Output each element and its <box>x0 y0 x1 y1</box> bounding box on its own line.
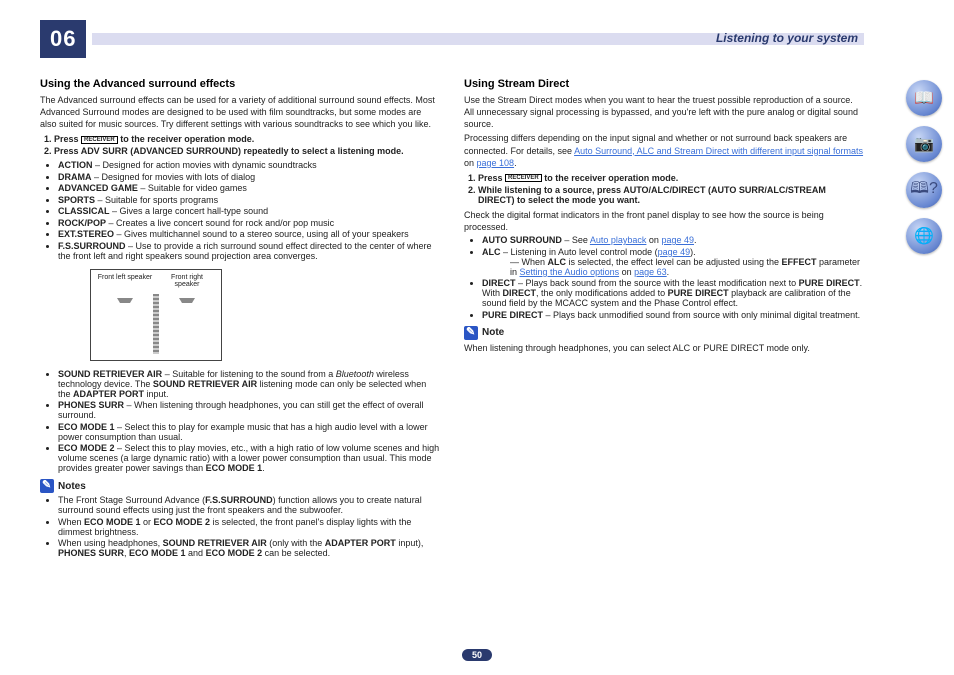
page-number: 50 <box>462 649 492 661</box>
list-item: SPORTS – Suitable for sports programs <box>58 195 440 205</box>
right-step-2: While listening to a source, press AUTO/… <box>478 185 864 205</box>
note-header: Note <box>464 326 864 340</box>
note-icon <box>40 479 54 493</box>
header-title: Listening to your system <box>716 31 858 45</box>
list-item: SOUND RETRIEVER AIR – Suitable for liste… <box>58 369 440 399</box>
right-note: When listening through headphones, you c… <box>464 342 864 354</box>
list-item: DRAMA – Designed for movies with lots of… <box>58 172 440 182</box>
left-step-1: Press RECEIVER to the receiver operation… <box>54 134 440 144</box>
left-heading: Using the Advanced surround effects <box>40 78 440 90</box>
list-item: EXT.STEREO – Gives multichannel sound to… <box>58 229 440 239</box>
list-item: When using headphones, SOUND RETRIEVER A… <box>58 538 440 558</box>
list-item: DIRECT – Plays back sound from the sourc… <box>482 278 864 308</box>
receiver-button-label: RECEIVER <box>505 174 542 182</box>
list-item: ALC – Listening in Auto level control mo… <box>482 247 864 277</box>
link-audio-options[interactable]: Setting the Audio options <box>520 267 620 277</box>
right-p1: Use the Stream Direct modes when you wan… <box>464 94 864 130</box>
notes-header: Notes <box>40 479 440 493</box>
left-column: Using the Advanced surround effects The … <box>40 70 440 560</box>
right-heading: Using Stream Direct <box>464 78 864 90</box>
list-item: ACTION – Designed for action movies with… <box>58 160 440 170</box>
help-icon[interactable]: 🕮? <box>906 172 942 208</box>
link-auto-playback[interactable]: Auto playback <box>590 235 647 245</box>
sidebar-nav: 📖 📷 🕮? 🌐 <box>906 80 942 254</box>
list-item: AUTO SURROUND – See Auto playback on pag… <box>482 235 864 245</box>
link-page-108[interactable]: page 108 <box>477 158 515 168</box>
device-icon[interactable]: 📷 <box>906 126 942 162</box>
list-item: PHONES SURR – When listening through hea… <box>58 400 440 420</box>
link-page-49b[interactable]: page 49 <box>658 247 691 257</box>
alc-subitem: — When ALC is selected, the effect level… <box>510 257 864 277</box>
note-icon <box>464 326 478 340</box>
list-item: PURE DIRECT – Plays back unmodified soun… <box>482 310 864 320</box>
left-step-2: Press ADV SURR (ADVANCED SURROUND) repea… <box>54 146 440 156</box>
left-intro: The Advanced surround effects can be use… <box>40 94 440 130</box>
right-p3: Check the digital format indicators in t… <box>464 209 864 233</box>
book-icon[interactable]: 📖 <box>906 80 942 116</box>
right-p2: Processing differs depending on the inpu… <box>464 132 864 168</box>
list-item: ECO MODE 2 – Select this to play movies,… <box>58 443 440 473</box>
receiver-button-label: RECEIVER <box>81 136 118 144</box>
link-page-63[interactable]: page 63 <box>634 267 667 277</box>
link-signal-formats[interactable]: Auto Surround, ALC and Stream Direct wit… <box>574 146 863 156</box>
list-item: ECO MODE 1 – Select this to play for exa… <box>58 422 440 442</box>
chapter-number: 06 <box>40 20 86 58</box>
notes-list: The Front Stage Surround Advance (F.S.SU… <box>58 495 440 558</box>
mode-list-2: SOUND RETRIEVER AIR – Suitable for liste… <box>58 369 440 474</box>
list-item: CLASSICAL – Gives a large concert hall-t… <box>58 206 440 216</box>
link-page-49a[interactable]: page 49 <box>661 235 694 245</box>
mode-list: ACTION – Designed for action movies with… <box>58 160 440 261</box>
list-item: When ECO MODE 1 or ECO MODE 2 is selecte… <box>58 517 440 537</box>
page-header: 06 Listening to your system <box>40 20 864 58</box>
speaker-diagram: Front left speaker Front right speaker <box>90 269 222 361</box>
right-list: AUTO SURROUND – See Auto playback on pag… <box>482 235 864 320</box>
right-column: Using Stream Direct Use the Stream Direc… <box>464 70 864 560</box>
right-step-1: Press RECEIVER to the receiver operation… <box>478 173 864 183</box>
network-icon[interactable]: 🌐 <box>906 218 942 254</box>
list-item: The Front Stage Surround Advance (F.S.SU… <box>58 495 440 515</box>
list-item: F.S.SURROUND – Use to provide a rich sur… <box>58 241 440 261</box>
list-item: ADVANCED GAME – Suitable for video games <box>58 183 440 193</box>
list-item: ROCK/POP – Creates a live concert sound … <box>58 218 440 228</box>
header-bar: Listening to your system <box>92 33 864 45</box>
